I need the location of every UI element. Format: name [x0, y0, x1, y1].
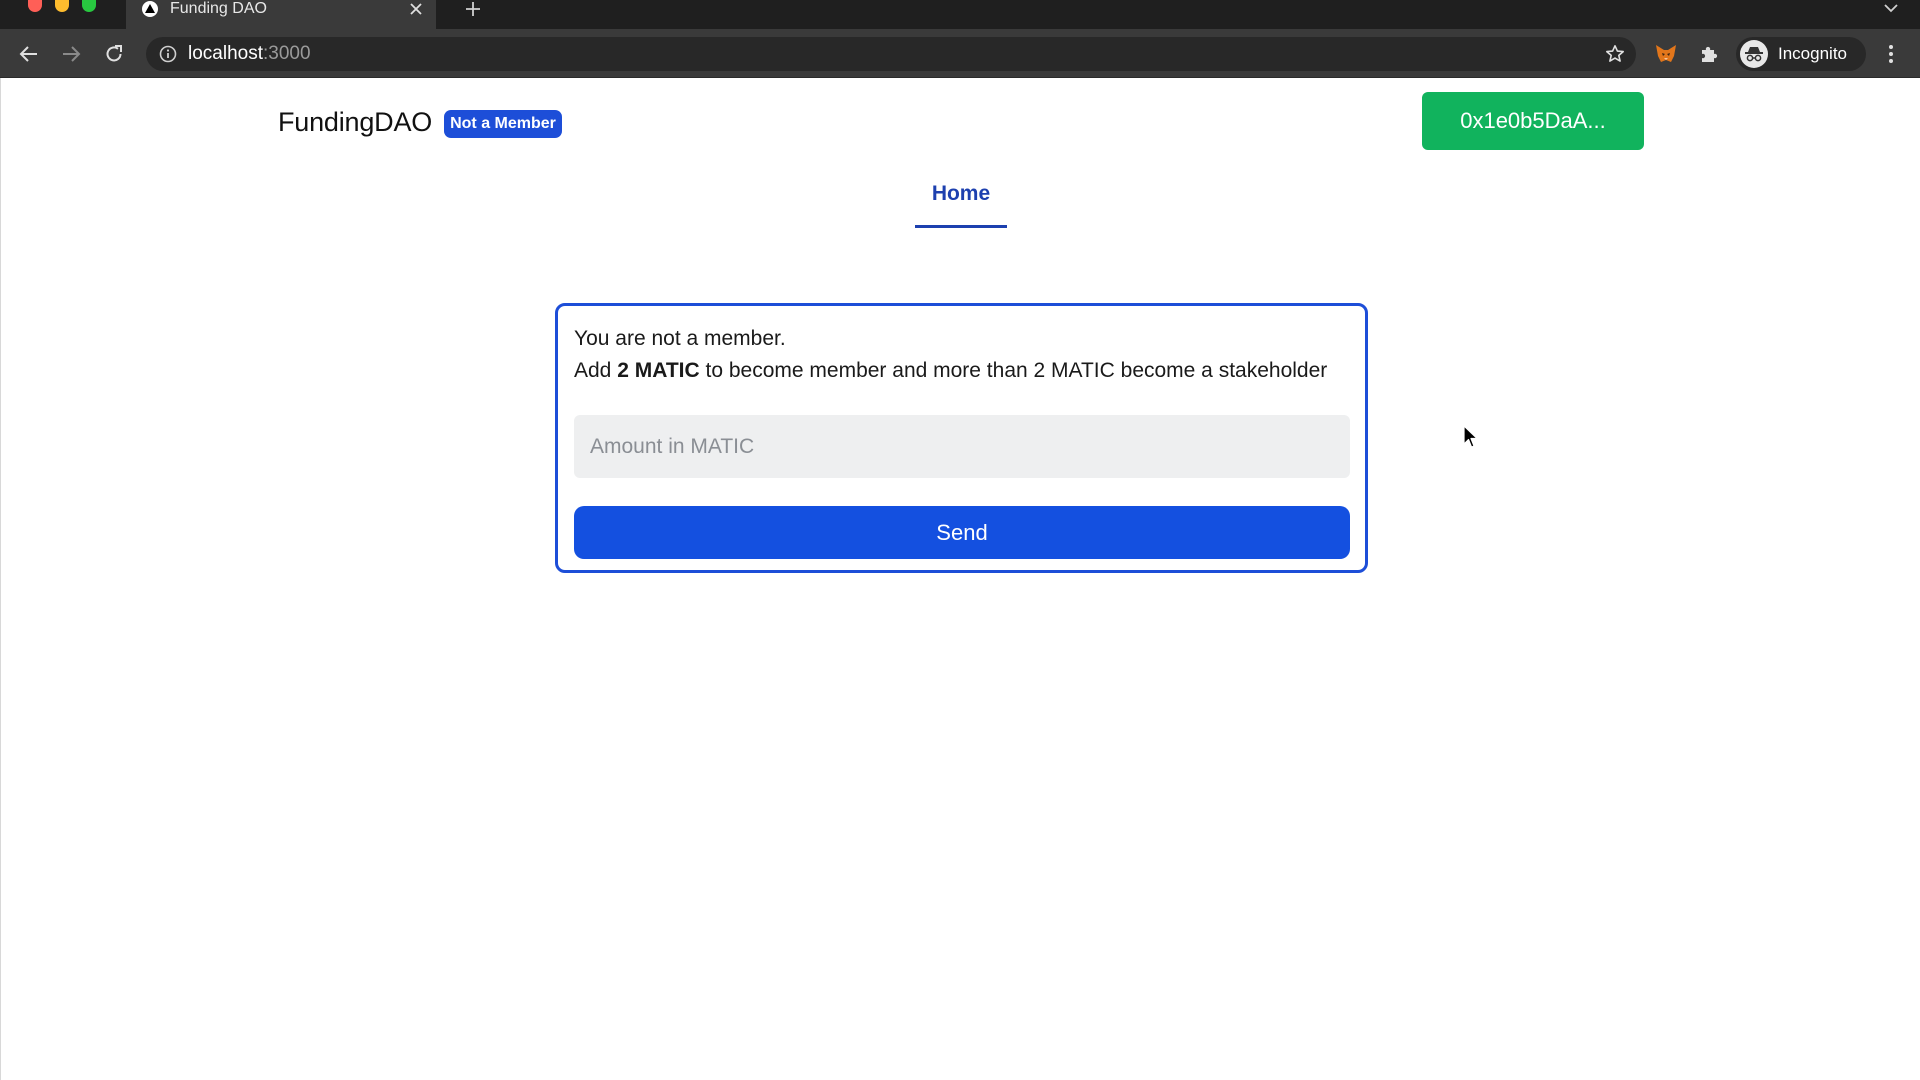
reload-icon[interactable]	[101, 41, 127, 67]
page-viewport: FundingDAO Not a Member 0x1e0b5DaA... Ho…	[0, 78, 1920, 1080]
forward-arrow-icon[interactable]	[58, 41, 84, 67]
browser-toolbar: localhost:3000 Incognito	[0, 29, 1920, 78]
close-window-button[interactable]	[28, 0, 42, 12]
vercel-triangle-icon	[142, 0, 158, 17]
browser-tabstrip: Funding DAO	[0, 0, 1920, 29]
kebab-menu-icon[interactable]	[1878, 41, 1904, 67]
url-port: :3000	[263, 43, 311, 64]
incognito-icon	[1740, 40, 1768, 68]
amount-input[interactable]	[574, 415, 1350, 478]
close-icon[interactable]	[406, 0, 426, 19]
mouse-cursor-icon	[1463, 425, 1478, 448]
info-icon[interactable]	[158, 44, 178, 64]
url-host: localhost	[188, 43, 263, 64]
instruction-prefix: Add	[574, 359, 612, 382]
brand-title: FundingDAO	[278, 106, 433, 137]
tab-home[interactable]: Home	[915, 182, 1007, 228]
profile-label: Incognito	[1778, 44, 1847, 63]
bookmark-star-icon[interactable]	[1604, 43, 1626, 65]
metamask-fox-icon[interactable]	[1653, 41, 1679, 67]
membership-status-text: You are not a member.	[574, 327, 786, 350]
instruction-suffix: to become member and more than 2 MATIC b…	[705, 359, 1328, 382]
membership-status-badge: Not a Member	[444, 110, 562, 138]
wallet-address-button[interactable]: 0x1e0b5DaA...	[1422, 92, 1644, 150]
minimize-window-button[interactable]	[55, 0, 69, 12]
address-bar[interactable]: localhost:3000	[146, 37, 1636, 71]
incognito-profile-chip[interactable]: Incognito	[1736, 37, 1866, 71]
instruction-amount: 2 MATIC	[617, 359, 700, 382]
plus-icon[interactable]	[462, 0, 484, 18]
brand: FundingDAO Not a Member	[278, 106, 562, 138]
membership-card: You are not a member. Add 2 MATIC to bec…	[555, 303, 1368, 573]
membership-instruction: Add 2 MATIC to become member and more th…	[574, 355, 1349, 387]
browser-tab-active[interactable]: Funding DAO	[126, 0, 436, 29]
tab-home-label: Home	[931, 182, 991, 205]
chevron-down-icon[interactable]	[1880, 0, 1902, 16]
tab-title: Funding DAO	[170, 0, 267, 17]
maximize-window-button[interactable]	[82, 0, 96, 12]
puzzle-piece-icon[interactable]	[1696, 41, 1722, 67]
send-button[interactable]: Send	[574, 506, 1350, 559]
back-arrow-icon[interactable]	[16, 41, 42, 67]
